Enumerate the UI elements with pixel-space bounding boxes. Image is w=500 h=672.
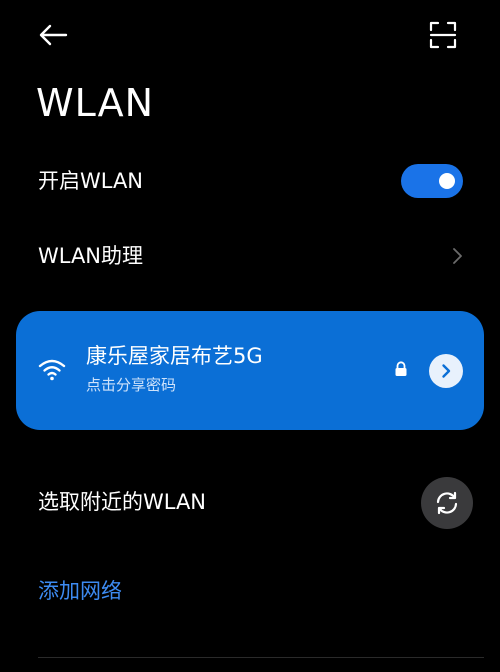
refresh-icon [436, 491, 458, 515]
add-network-link[interactable]: 添加网络 [38, 576, 122, 606]
network-ssid: 康乐屋家居布艺5G [86, 344, 263, 368]
back-button[interactable] [36, 18, 70, 52]
divider [38, 657, 484, 658]
toggle-knob [439, 173, 455, 189]
connected-network-card[interactable]: 康乐屋家居布艺5G 点击分享密码 [16, 311, 484, 430]
wlan-settings-screen: WLAN 开启WLAN WLAN助理 康乐屋家居布艺5G 点击分享密码 选取附近… [0, 0, 500, 672]
share-password-hint[interactable]: 点击分享密码 [86, 375, 176, 395]
chevron-right-icon [442, 364, 451, 378]
wlan-toggle-label: 开启WLAN [38, 169, 144, 193]
wlan-assistant-label[interactable]: WLAN助理 [38, 241, 143, 271]
chevron-right-icon[interactable] [448, 246, 466, 266]
page-title: WLAN [36, 81, 155, 125]
scan-qr-icon [429, 21, 457, 49]
scan-button[interactable] [426, 18, 460, 52]
wlan-toggle-switch[interactable] [401, 164, 463, 198]
refresh-button[interactable] [421, 477, 473, 529]
wifi-icon [38, 359, 66, 381]
network-detail-button[interactable] [429, 354, 463, 388]
arrow-left-icon [39, 24, 68, 46]
nearby-networks-label: 选取附近的WLAN [38, 490, 207, 514]
lock-icon [395, 361, 407, 376]
